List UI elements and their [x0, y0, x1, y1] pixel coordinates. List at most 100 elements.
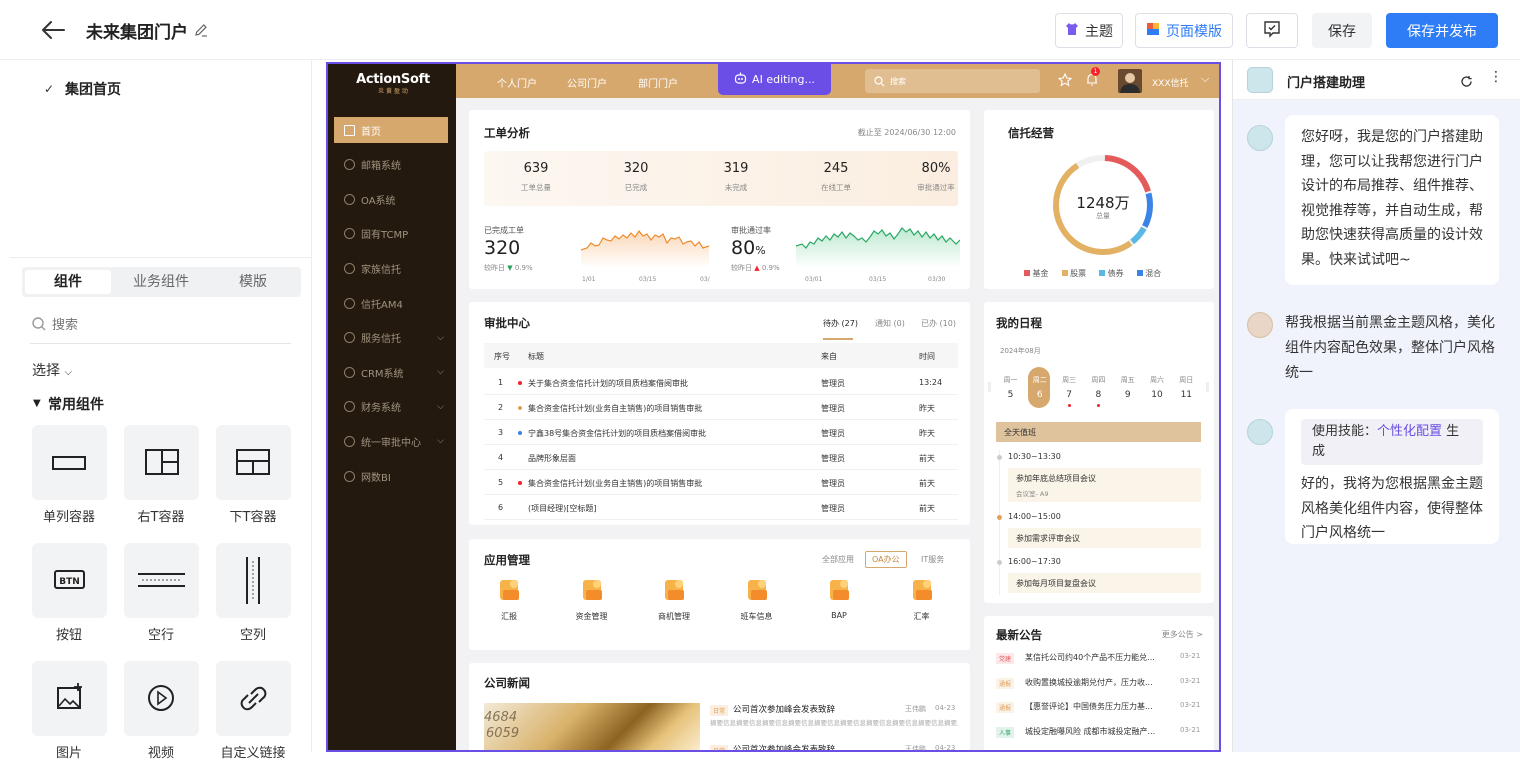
- tab-all-apps[interactable]: 全部应用: [822, 554, 854, 565]
- tab-it-service[interactable]: IT服务: [921, 554, 944, 565]
- button-tile[interactable]: BTN: [32, 543, 107, 618]
- menu-item[interactable]: 家族信托: [334, 255, 448, 281]
- select-dropdown[interactable]: 选择 ⌵: [32, 360, 72, 380]
- fund-icon[interactable]: [578, 576, 606, 604]
- more-options-icon[interactable]: ⋮: [1489, 70, 1503, 84]
- search-icon: [31, 316, 47, 332]
- table-row[interactable]: 6 (项目经理)[空标题] 管理员 前天: [484, 495, 958, 520]
- table-row[interactable]: 4 品牌形象层面 管理员 前天: [484, 445, 958, 470]
- prev-week-arrow[interactable]: [988, 382, 991, 392]
- completed-label: 已完成工单: [484, 226, 524, 235]
- nav-department-portal[interactable]: 部门门户: [638, 75, 678, 90]
- news-title[interactable]: 公司首次参加峰会发表致辞: [733, 743, 835, 750]
- report-icon[interactable]: [495, 576, 523, 604]
- day-number[interactable]: 9: [1113, 390, 1142, 400]
- star-icon[interactable]: [1057, 72, 1073, 91]
- menu-item[interactable]: 首页: [334, 117, 448, 143]
- event-card[interactable]: 参加需求评审会议: [1008, 528, 1201, 548]
- x-tick: 03/15: [869, 276, 887, 283]
- user-name[interactable]: XXX信托: [1152, 76, 1189, 89]
- tab-todo[interactable]: 待办 (27): [823, 318, 858, 329]
- nav-personal-portal[interactable]: 个人门户: [497, 75, 537, 90]
- tile-label: 下T容器: [229, 510, 277, 525]
- bottom-t-container-tile[interactable]: [216, 425, 291, 500]
- custom-link-tile[interactable]: [216, 661, 291, 736]
- tab-notice[interactable]: 通知 (0): [875, 318, 905, 329]
- day-number[interactable]: 11: [1172, 390, 1201, 400]
- table-row[interactable]: 2 集合资金信托计划(业务自主销售)的项目销售审批 管理员 昨天: [484, 395, 958, 420]
- trust-total-label: 总量: [1096, 212, 1110, 220]
- news-title[interactable]: 公司首次参加峰会发表致辞: [733, 703, 835, 715]
- component-search-input[interactable]: [52, 312, 290, 336]
- event-card[interactable]: 参加年底总结项目会议 会议室- A9: [1008, 468, 1201, 502]
- event-card[interactable]: 参加每月项目复盘会议: [1008, 573, 1201, 593]
- menu-item[interactable]: CRM系统 ⌵: [334, 359, 448, 385]
- tab-oa-office[interactable]: OA办公: [865, 551, 907, 568]
- empty-column-tile[interactable]: [216, 543, 291, 618]
- empty-row-tile[interactable]: [124, 543, 199, 618]
- menu-item[interactable]: 信托AM4: [334, 290, 448, 316]
- chevron-down-icon: ⌵: [437, 401, 444, 412]
- portal-search-input[interactable]: 搜索: [865, 69, 1040, 93]
- component-tabs: 组件 业务组件 模版: [22, 267, 301, 297]
- left-panel: ✓ 集团首页 组件 业务组件 模版 选择 ⌵ ▼ 常用组件 单列容器 右T容器 …: [0, 60, 312, 761]
- user-avatar: [1247, 312, 1273, 338]
- day-number[interactable]: 7: [1055, 390, 1084, 400]
- menu-item[interactable]: 统一审批中心 ⌵: [334, 428, 448, 454]
- company-news-card: 公司新闻 4684 6059 日常 公司首次参加峰会发表致辞 王伟鹏 04-23 摘要信息…: [469, 663, 970, 750]
- portal-canvas[interactable]: ActionSoft 炎 黄 盈 动 首页 邮箱系统 OA系统 固有TCMP 家族信托信…: [326, 62, 1221, 752]
- assistant-avatar: [1247, 419, 1273, 445]
- video-tile[interactable]: [124, 661, 199, 736]
- menu-item[interactable]: OA系统: [334, 186, 448, 212]
- notice-text[interactable]: 某信托公司约40个产品不压力能兑...: [1025, 652, 1165, 663]
- opportunity-icon[interactable]: [660, 576, 688, 604]
- notice-date: 03-21: [1180, 701, 1201, 709]
- shuttle-icon[interactable]: [743, 576, 771, 604]
- caret-down-icon[interactable]: ▼: [33, 398, 41, 409]
- chevron-down-icon[interactable]: ⌵: [1201, 72, 1209, 86]
- refresh-icon[interactable]: [1460, 73, 1473, 92]
- image-tile[interactable]: [32, 661, 107, 736]
- back-arrow-icon[interactable]: [40, 18, 66, 42]
- table-row[interactable]: 1 关于集合资金信托计划的项目质档案借阅审批 管理员 13:24: [484, 370, 958, 395]
- skill-chip[interactable]: 使用技能：个性化配置 生成: [1301, 419, 1483, 465]
- bap-icon[interactable]: [825, 576, 853, 604]
- notice-text[interactable]: 【惠誉评论】中国债务压力压力基...: [1025, 701, 1165, 712]
- notice-date: 03-21: [1180, 725, 1201, 734]
- event-dot: [1096, 404, 1100, 407]
- single-column-container-tile[interactable]: [32, 425, 107, 500]
- tree-node-group-home[interactable]: 集团首页: [65, 79, 121, 99]
- day-number[interactable]: 10: [1143, 390, 1172, 400]
- right-t-container-tile[interactable]: [124, 425, 199, 500]
- save-publish-button[interactable]: 保存并发布: [1386, 13, 1498, 48]
- notice-text[interactable]: 收购置换城投逾期兑付产，压力收...: [1025, 677, 1165, 688]
- menu-item[interactable]: 财务系统 ⌵: [334, 394, 448, 420]
- nav-company-portal[interactable]: 公司门户: [567, 75, 607, 90]
- avatar[interactable]: [1118, 69, 1142, 93]
- edit-title-icon[interactable]: [193, 22, 209, 38]
- tab-templates[interactable]: 模版: [210, 270, 296, 294]
- exchange-rate-icon[interactable]: [908, 576, 936, 604]
- comment-button[interactable]: [1246, 13, 1298, 48]
- day-number[interactable]: 8: [1084, 390, 1113, 400]
- day-number[interactable]: 6: [1025, 390, 1054, 400]
- tab-components[interactable]: 组件: [25, 270, 111, 294]
- notice-text[interactable]: 城投定融曝风险 成都市城投定融产...: [1025, 726, 1165, 737]
- ai-editing-badge[interactable]: AI editing...: [718, 64, 831, 95]
- tab-done[interactable]: 已办 (10): [921, 318, 956, 329]
- more-notices-link[interactable]: 更多公告 >: [1162, 629, 1203, 640]
- theme-button[interactable]: 主题: [1055, 13, 1123, 48]
- page-template-button[interactable]: 页面模版: [1135, 13, 1233, 48]
- menu-item[interactable]: 邮箱系统: [334, 152, 448, 178]
- approval-center-card: 审批中心 待办 (27) 通知 (0) 已办 (10) 序号 标题 来自 时间 …: [469, 302, 970, 525]
- tab-business-components[interactable]: 业务组件: [118, 270, 204, 294]
- menu-item[interactable]: 网数BI: [334, 463, 448, 489]
- next-week-arrow[interactable]: [1206, 382, 1209, 392]
- table-row[interactable]: 3 宁鑫38号集合资金信托计划的项目质档案借阅审批 管理员 昨天: [484, 420, 958, 445]
- page-title: 未来集团门户: [86, 23, 188, 43]
- menu-item[interactable]: 固有TCMP: [334, 221, 448, 247]
- table-row[interactable]: 5 集合资金信托计划(业务自主销售)的项目销售审批 管理员 前天: [484, 470, 958, 495]
- day-number[interactable]: 5: [996, 390, 1025, 400]
- save-button[interactable]: 保存: [1312, 13, 1372, 48]
- menu-item[interactable]: 服务信托 ⌵: [334, 325, 448, 351]
